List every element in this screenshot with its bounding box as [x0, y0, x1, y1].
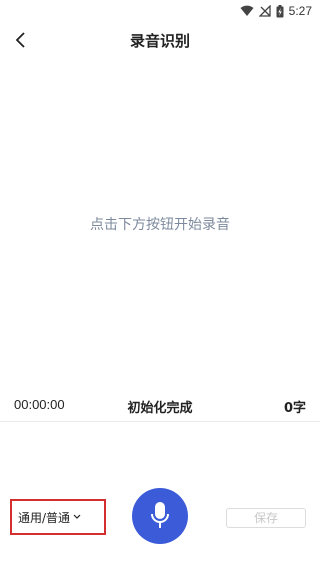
battery-charging-icon [276, 4, 284, 17]
recording-info: 00:00:00 初始化完成 0字 [0, 395, 320, 416]
language-select[interactable]: 通用/普通 [18, 506, 81, 528]
save-button[interactable]: 保存 [226, 508, 306, 528]
record-button[interactable] [132, 488, 188, 544]
chevron-down-icon [73, 514, 81, 519]
microphone-icon [151, 502, 169, 528]
wifi-icon [240, 5, 254, 16]
nav-bar: 录音识别 [0, 22, 320, 60]
status-text: 初始化完成 [127, 401, 193, 416]
divider [0, 421, 320, 422]
status-time: 5:27 [288, 4, 312, 18]
status-icons: 5:27 [240, 3, 312, 19]
record-hint: 点击下方按钮开始录音 [90, 217, 230, 233]
language-label: 通用/普通 [18, 510, 71, 525]
char-count: 0字 [283, 401, 306, 416]
no-signal-icon [258, 5, 271, 17]
language-highlight-box: 通用/普通 [10, 499, 106, 535]
status-bar: 5:27 [0, 0, 320, 22]
page-title: 录音识别 [129, 32, 190, 50]
